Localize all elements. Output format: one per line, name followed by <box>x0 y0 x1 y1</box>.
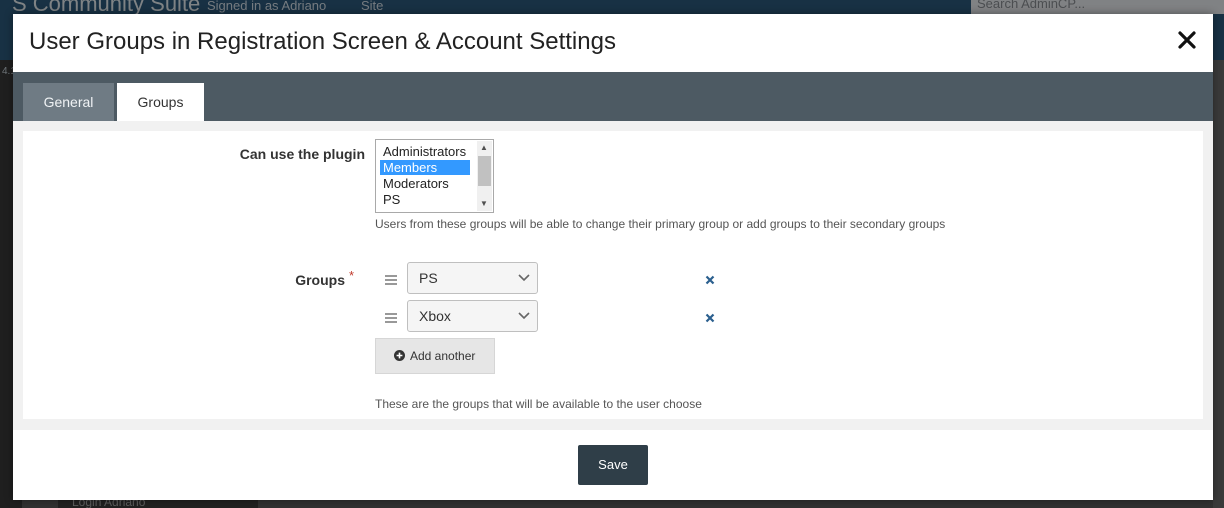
save-button[interactable]: Save <box>578 445 648 485</box>
form-panel: Can use the plugin Administrators Member… <box>23 131 1203 419</box>
group-select-1[interactable]: PS <box>407 262 538 294</box>
modal-title: User Groups in Registration Screen & Acc… <box>29 28 616 55</box>
scroll-down-icon[interactable]: ▼ <box>480 199 488 208</box>
tab-groups[interactable]: Groups <box>117 83 204 121</box>
user-groups-modal: User Groups in Registration Screen & Acc… <box>13 14 1213 500</box>
listbox-scrollbar[interactable]: ▲ ▼ <box>477 141 492 211</box>
list-option-ps[interactable]: PS <box>380 192 470 207</box>
add-another-button[interactable]: Add another <box>375 338 495 374</box>
modal-footer: Save <box>13 430 1213 500</box>
close-icon[interactable] <box>1175 24 1199 54</box>
drag-handle-icon[interactable] <box>385 313 397 323</box>
groups-hint: These are the groups that will be availa… <box>375 397 702 411</box>
chevron-down-icon <box>518 312 530 320</box>
remove-row-icon[interactable] <box>704 274 716 286</box>
can-use-plugin-label: Can use the plugin <box>239 146 365 162</box>
add-another-label: Add another <box>410 349 476 363</box>
scroll-up-icon[interactable]: ▲ <box>480 143 488 152</box>
required-indicator: * <box>349 268 355 283</box>
can-use-plugin-listbox[interactable]: Administrators Members Moderators PS ▲ ▼ <box>375 139 494 213</box>
can-use-plugin-hint: Users from these groups will be able to … <box>375 217 946 231</box>
drag-handle-icon[interactable] <box>385 275 397 285</box>
chevron-down-icon <box>518 274 530 282</box>
group-select-value: Xbox <box>419 308 451 324</box>
plus-circle-icon <box>394 350 405 361</box>
group-select-2[interactable]: Xbox <box>407 300 538 332</box>
remove-row-icon[interactable] <box>704 312 716 324</box>
tab-general[interactable]: General <box>23 83 114 121</box>
tab-bar: General Groups <box>13 72 1213 121</box>
groups-label: Groups <box>295 272 345 288</box>
group-select-value: PS <box>419 270 438 286</box>
modal-header: User Groups in Registration Screen & Acc… <box>13 14 1213 72</box>
list-option-administrators[interactable]: Administrators <box>380 144 470 159</box>
list-option-members[interactable]: Members <box>380 160 470 175</box>
list-option-moderators[interactable]: Moderators <box>380 176 470 191</box>
form-area: Can use the plugin Administrators Member… <box>13 121 1213 430</box>
scrollbar-thumb[interactable] <box>478 156 491 186</box>
